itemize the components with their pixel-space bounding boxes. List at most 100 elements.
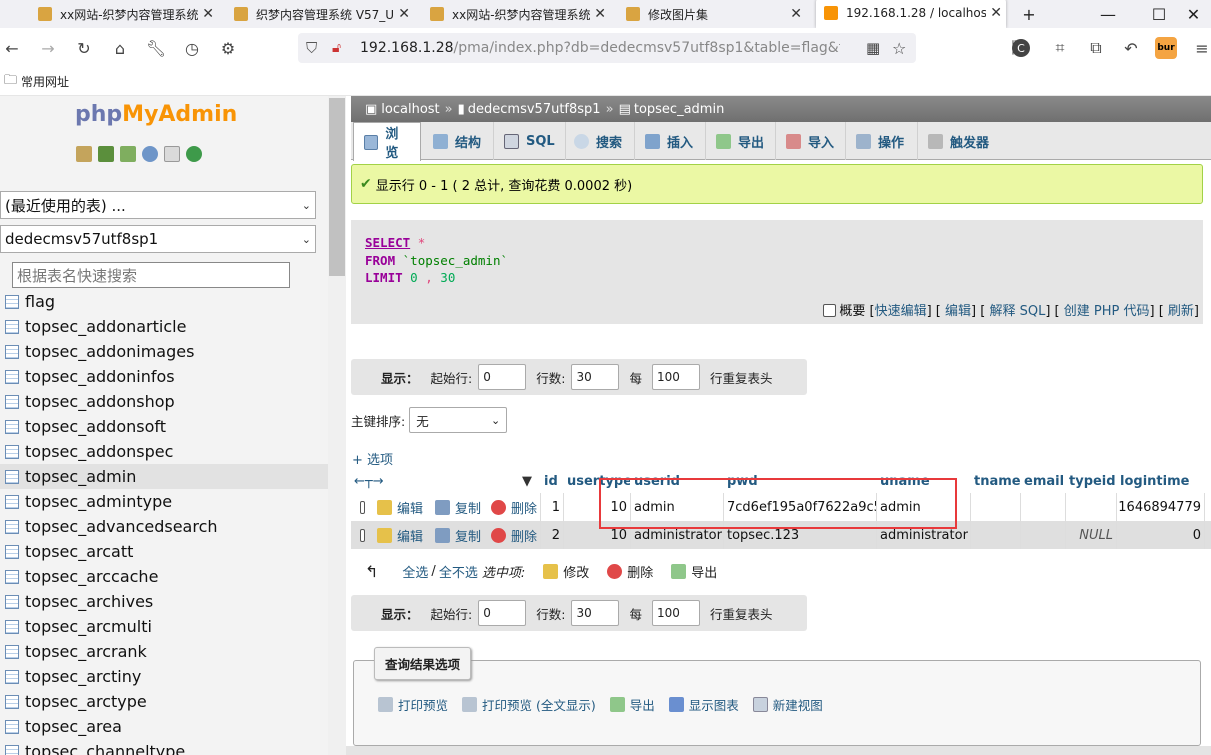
rows-count-input[interactable]: 30 — [571, 364, 620, 390]
row-checkbox[interactable] — [360, 500, 365, 514]
database-select[interactable]: dedecmsv57utf8sp1 ⌄ — [0, 225, 316, 253]
profiling-checkbox[interactable] — [823, 304, 837, 317]
reload-icon[interactable]: ↻ — [72, 36, 96, 60]
sidebar-table-item[interactable]: topsec_addonsoft — [0, 414, 328, 439]
scrollbar-thumb[interactable] — [329, 98, 345, 276]
bulk-export-button[interactable]: 导出 — [691, 562, 717, 581]
tab-export[interactable]: 导出 — [706, 122, 776, 160]
crop-icon[interactable]: ⌗ — [1048, 36, 1072, 60]
edit-row-link[interactable]: 编辑 — [397, 498, 423, 517]
sidebar-table-item[interactable]: topsec_area — [0, 714, 328, 739]
cell-logintime[interactable]: 1646894779 — [1117, 493, 1205, 521]
tab-triggers[interactable]: 触发器 — [918, 122, 1003, 160]
home-icon[interactable] — [76, 146, 92, 162]
sidebar-table-item[interactable]: topsec_addonspec — [0, 439, 328, 464]
star-icon[interactable]: ☆ — [892, 39, 906, 58]
undo-icon[interactable]: ↶ — [1119, 36, 1143, 60]
table-filter-input[interactable]: 根据表名快速搜索 — [12, 262, 290, 288]
sidebar-table-item[interactable]: topsec_channeltype — [0, 739, 328, 755]
edit-row-link[interactable]: 编辑 — [397, 526, 423, 545]
close-window-icon[interactable]: ✕ — [1176, 0, 1211, 28]
back-icon[interactable]: ← — [0, 36, 24, 60]
bookmark-folder[interactable]: 常用网址 — [21, 73, 69, 90]
repeat-header-input[interactable]: 100 — [651, 600, 700, 626]
tab-browse[interactable]: 浏览 — [353, 122, 421, 161]
inline-edit-link[interactable]: 快速编辑 — [875, 304, 927, 319]
close-icon[interactable]: ✕ — [202, 6, 214, 22]
browser-tab-4[interactable]: 修改图片集 ✕ — [626, 0, 806, 28]
sidebar-table-item[interactable]: topsec_arcatt — [0, 539, 328, 564]
row-checkbox[interactable] — [360, 528, 365, 542]
docs-icon[interactable] — [164, 146, 180, 162]
cell-email[interactable] — [1021, 493, 1066, 521]
sidebar-table-item[interactable]: topsec_addonarticle — [0, 314, 328, 339]
extension-icon[interactable]: ⧉ — [1084, 36, 1108, 60]
close-icon[interactable]: ✕ — [990, 5, 1002, 21]
refresh-link[interactable]: 刷新 — [1168, 304, 1194, 319]
sidebar-table-item[interactable]: topsec_arcmulti — [0, 614, 328, 639]
uncheck-all-link[interactable]: 全不选 — [439, 562, 478, 581]
column-header[interactable]: tname — [971, 467, 1021, 495]
breadcrumb-server[interactable]: localhost — [381, 102, 439, 117]
cell-typeid[interactable] — [1066, 493, 1117, 521]
column-header[interactable]: email — [1021, 467, 1066, 495]
menu-icon[interactable]: ≡ — [1190, 36, 1211, 60]
column-arrows[interactable]: ←┬→ — [351, 467, 541, 495]
cell-logintime[interactable]: 0 — [1117, 521, 1205, 549]
edit-link[interactable]: 编辑 — [945, 304, 971, 319]
qr-code-icon[interactable]: ▦ — [866, 39, 880, 57]
burp-icon[interactable]: bur — [1155, 37, 1177, 59]
phpmyadmin-logo[interactable]: phpMyAdmin — [75, 102, 237, 127]
minimize-icon[interactable]: — — [1085, 0, 1131, 28]
browser-tab-3[interactable]: xx网站-织梦内容管理系统 ✕ — [430, 0, 610, 28]
column-header[interactable]: id — [541, 467, 564, 495]
sidebar-table-item[interactable]: topsec_admin — [0, 464, 328, 489]
browser-tab-1[interactable]: xx网站-织梦内容管理系统 ✕ — [38, 0, 218, 28]
home-icon[interactable]: ⌂ — [108, 36, 132, 60]
start-row-input[interactable]: 0 — [478, 364, 527, 390]
cell-tname[interactable] — [971, 493, 1021, 521]
account-icon[interactable]: C — [1012, 39, 1030, 57]
sidebar-table-item[interactable]: flag — [0, 289, 328, 314]
sidebar-table-item[interactable]: topsec_addoninfos — [0, 364, 328, 389]
tab-search[interactable]: 搜索 — [564, 122, 635, 160]
new-tab-icon[interactable]: + — [1006, 0, 1052, 28]
sidebar-table-item[interactable]: topsec_arcrank — [0, 639, 328, 664]
sidebar-table-item[interactable]: topsec_arctiny — [0, 664, 328, 689]
copy-row-link[interactable]: 复制 — [455, 498, 481, 517]
breadcrumb-database[interactable]: dedecmsv57utf8sp1 — [468, 102, 601, 117]
logout-icon[interactable] — [98, 146, 114, 162]
copy-row-link[interactable]: 复制 — [455, 526, 481, 545]
recent-tables-select[interactable]: (最近使用的表) ... ⌄ — [0, 191, 316, 219]
tab-import[interactable]: 导入 — [776, 122, 846, 160]
rows-count-input[interactable]: 30 — [571, 600, 620, 626]
sidebar-table-item[interactable]: topsec_addonimages — [0, 339, 328, 364]
close-icon[interactable]: ✕ — [398, 6, 410, 22]
start-row-input[interactable]: 0 — [478, 600, 527, 626]
history-icon[interactable]: ◷ — [180, 36, 204, 60]
display-chart-link[interactable]: 显示图表 — [689, 695, 739, 714]
tab-insert[interactable]: 插入 — [635, 122, 706, 160]
print-preview-link[interactable]: 打印预览 — [398, 695, 448, 714]
address-bar[interactable]: ⛉ 🔓︎ 192.168.1.28/pma/index.php?db=dedec… — [298, 33, 916, 63]
sidebar-scrollbar[interactable] — [328, 96, 346, 755]
create-view-link[interactable]: 新建视图 — [773, 695, 823, 714]
settings-gear-icon[interactable]: ⚙ — [216, 36, 240, 60]
close-icon[interactable]: ✕ — [790, 6, 802, 22]
cell-email[interactable] — [1021, 521, 1066, 549]
sidebar-table-item[interactable]: topsec_advancedsearch — [0, 514, 328, 539]
browser-tab-2[interactable]: 织梦内容管理系统 V57_U ✕ — [234, 0, 414, 28]
cell-id[interactable]: 2 — [541, 521, 564, 549]
repeat-header-input[interactable]: 100 — [651, 364, 700, 390]
export-link[interactable]: 导出 — [630, 695, 655, 714]
cell-id[interactable]: 1 — [541, 493, 564, 521]
help-icon[interactable] — [142, 146, 158, 162]
delete-row-link[interactable]: 删除 — [511, 498, 537, 517]
close-icon[interactable]: ✕ — [594, 6, 606, 22]
cell-tname[interactable] — [971, 521, 1021, 549]
sort-key-select[interactable]: 无 ⌄ — [409, 407, 508, 433]
explain-sql-link[interactable]: 解释 SQL — [989, 304, 1045, 319]
wrench-icon[interactable]: 🔧︎ — [144, 36, 168, 60]
sidebar-table-item[interactable]: topsec_arccache — [0, 564, 328, 589]
query-window-icon[interactable] — [120, 146, 136, 162]
